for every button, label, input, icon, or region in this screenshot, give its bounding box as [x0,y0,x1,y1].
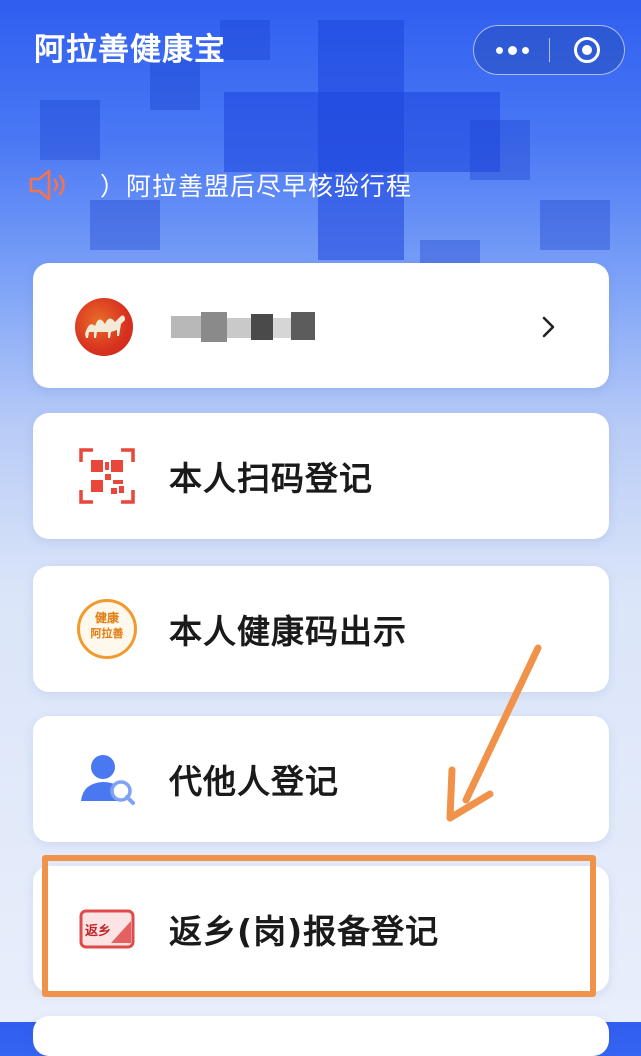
camel-logo-avatar [75,298,133,356]
badge-line-2: 阿拉善 [90,627,124,640]
chevron-right-icon [542,316,555,338]
speaker-icon [29,169,65,201]
health-code-badge-icon: 健康 阿拉善 [77,599,137,659]
badge-line-1: 健康 [94,611,119,625]
obscured-user-name [171,312,321,342]
notice-bar: ）阿拉善盟后尽早核验行程 [28,168,412,202]
show-health-code-card[interactable]: 健康 阿拉善 本人健康码出示 [33,566,609,692]
mini-program-capsule [473,25,625,75]
show-health-code-label: 本人健康码出示 [169,612,407,651]
notice-text: ）阿拉善盟后尽早核验行程 [100,172,413,201]
register-for-others-card[interactable]: 代他人登记 [33,716,609,842]
qr-code-icon [79,448,135,504]
scan-register-label: 本人扫码登记 [169,459,373,498]
next-card-partial[interactable] [33,1016,609,1056]
user-profile-card[interactable] [33,263,609,388]
close-mini-program-icon[interactable] [574,37,600,63]
app-title: 阿拉善健康宝 [34,32,226,68]
highlight-annotation-box [42,855,596,997]
register-for-others-label: 代他人登记 [169,762,339,801]
scan-register-card[interactable]: 本人扫码登记 [33,413,609,539]
user-search-icon [81,755,135,805]
more-options-icon[interactable] [492,39,536,61]
